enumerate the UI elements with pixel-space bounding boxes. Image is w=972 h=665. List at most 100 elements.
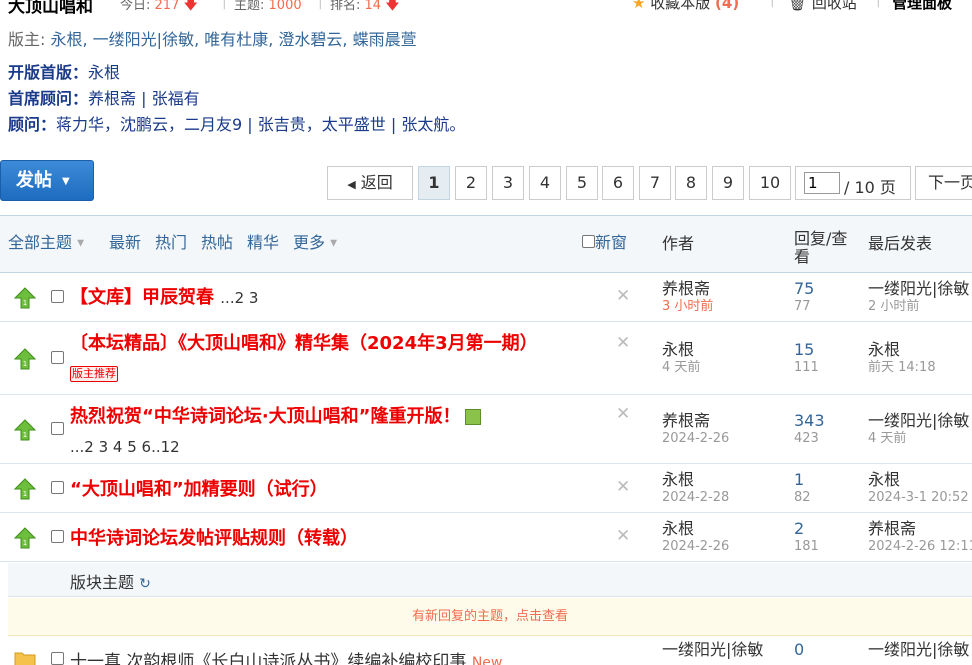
thread-author[interactable]: 一缕阳光|徐敏 (662, 641, 763, 659)
recycle-bin-link[interactable]: 🗑 回收站 (788, 0, 857, 13)
page-link-8[interactable]: 8 (675, 166, 707, 200)
table-row[interactable]: 十一真 次韵根师《长白山诗派丛书》续编补编校印事 New 一缕阳光|徐敏 0 一… (0, 637, 972, 665)
thread-checkbox[interactable] (51, 422, 64, 435)
table-row[interactable]: 1 “大顶山唱和”加精要则（试行） ✕ 永根 2024-2-28 1 82 永根 20… (0, 465, 972, 513)
table-row[interactable]: 1 热烈祝贺“中华诗词论坛·大顶山唱和”隆重开版！ ...2 3 4 5 6..1… (0, 396, 972, 464)
filter-hot-posts[interactable]: 热帖 (201, 229, 233, 253)
thread-checkbox[interactable] (51, 290, 64, 303)
last-post-user[interactable]: 一缕阳光|徐敏 (868, 411, 969, 430)
table-row[interactable]: 1 【文库】甲辰贺春 ...2 3 ✕ 养根斋 3 小时前 75 77 一缕阳光|徐… (0, 274, 972, 322)
svg-text:1: 1 (23, 299, 27, 307)
last-post-user[interactable]: 永根 (868, 470, 900, 489)
thread-checkbox[interactable] (51, 530, 64, 543)
page-link-7[interactable]: 7 (639, 166, 671, 200)
thread-title[interactable]: 十一真 次韵根师《长白山诗派丛书》续编补编校印事 New (70, 647, 560, 665)
reply-count[interactable]: 2 (794, 519, 804, 538)
new-replies-notice[interactable]: 有新回复的主题，点击查看 (8, 598, 972, 636)
topics-value: 1000 (268, 0, 302, 13)
table-row[interactable]: 1 〔本坛精品〕《大顶山唱和》精华集（2024年3月第一期） 版主推荐 ✕ 永根… (0, 323, 972, 395)
reply-count[interactable]: 343 (794, 411, 825, 430)
new-window-toggle[interactable]: 新窗 (582, 229, 627, 253)
thread-last-post[interactable]: 永根 前天 14:18 (868, 341, 936, 377)
author-time: 3 小时前 (662, 299, 714, 314)
author-name[interactable]: 养根斋 (662, 411, 710, 430)
author-time: 2024-2-26 (662, 539, 730, 554)
page-link-4[interactable]: 4 (529, 166, 561, 200)
page-link-1[interactable]: 1 (418, 166, 450, 200)
refresh-icon[interactable]: ↻ (139, 576, 151, 592)
reply-count[interactable]: 1 (794, 470, 804, 489)
thread-last-post[interactable]: 一缕阳光|徐敏 4 天前 (868, 412, 969, 448)
moderator-links[interactable]: 永根, 一缕阳光|徐敏, 唯有杜康, 澄水碧云, 蝶雨晨萱 (51, 30, 417, 49)
author-name[interactable]: 永根 (662, 340, 694, 359)
close-icon[interactable]: ✕ (616, 477, 630, 497)
thread-title-text[interactable]: 十一真 次韵根师《长白山诗派丛书》续编补编校印事 (70, 652, 466, 665)
thread-last-post[interactable]: 一缕阳光|徐敏 2 小时前 (868, 280, 969, 316)
thread-checkbox[interactable] (51, 351, 64, 364)
thread-title-text[interactable]: 【文库】甲辰贺春 (70, 287, 214, 308)
thread-pages[interactable]: ...2 3 (220, 289, 258, 307)
new-window-checkbox[interactable] (582, 235, 595, 248)
close-icon[interactable]: ✕ (616, 333, 630, 353)
thread-title[interactable]: 中华诗词论坛发帖评贴规则（转载） (70, 524, 560, 554)
filter-all-threads[interactable]: 全部主题 ▼ (8, 229, 84, 253)
today-value: 217 (154, 0, 180, 13)
thread-author[interactable]: 养根斋 3 小时前 (662, 280, 713, 316)
close-icon[interactable]: ✕ (616, 404, 630, 424)
thread-title[interactable]: 〔本坛精品〕《大顶山唱和》精华集（2024年3月第一期） 版主推荐 (70, 329, 560, 389)
filter-hot[interactable]: 热门 (155, 229, 187, 253)
reply-count[interactable]: 0 (794, 640, 804, 659)
thread-author[interactable]: 永根 4 天前 (662, 341, 700, 377)
author-name[interactable]: 养根斋 (662, 279, 710, 298)
thread-checkbox[interactable] (51, 652, 64, 665)
reply-count[interactable]: 75 (794, 279, 814, 298)
new-post-button[interactable]: 发帖 ▼ (0, 160, 94, 201)
author-name[interactable]: 永根 (662, 519, 694, 538)
last-post-user[interactable]: 一缕阳光|徐敏 (868, 279, 969, 298)
reply-count[interactable]: 15 (794, 340, 814, 359)
close-icon[interactable]: ✕ (616, 286, 630, 306)
author-name[interactable]: 一缕阳光|徐敏 (662, 640, 763, 659)
thread-title[interactable]: 【文库】甲辰贺春 ...2 3 (70, 283, 560, 313)
pinned-thread-icon: 1 (14, 419, 36, 441)
thread-last-post[interactable]: 永根 2024-3-1 20:52 (868, 471, 969, 507)
thread-last-post[interactable]: 一缕阳光|徐敏 (868, 641, 969, 659)
thread-title[interactable]: 热烈祝贺“中华诗词论坛·大顶山唱和”隆重开版！ ...2 3 4 5 6..12 (70, 402, 560, 462)
advisors-link[interactable]: 蒋力华，沈鹏云，二月友9 | 张吉贵，太平盛世 | 张太航。 (56, 115, 465, 134)
last-post-user[interactable]: 永根 (868, 340, 900, 359)
thread-checkbox[interactable] (51, 481, 64, 494)
page-link-2[interactable]: 2 (455, 166, 487, 200)
folder-icon (14, 652, 36, 665)
page-jump-input[interactable] (804, 172, 840, 194)
admin-panel-link[interactable]: 管理面板 (892, 0, 952, 13)
close-icon[interactable]: ✕ (616, 526, 630, 546)
thread-pages[interactable]: ...2 3 4 5 6..12 (70, 438, 180, 456)
last-post-user[interactable]: 养根斋 (868, 519, 916, 538)
page-link-3[interactable]: 3 (492, 166, 524, 200)
page-link-10[interactable]: 10 (749, 166, 791, 200)
page-link-9[interactable]: 9 (712, 166, 744, 200)
thread-author[interactable]: 养根斋 2024-2-26 (662, 412, 729, 448)
filter-latest[interactable]: 最新 (109, 229, 141, 253)
page-link-5[interactable]: 5 (566, 166, 598, 200)
filter-digest[interactable]: 精华 (247, 229, 279, 253)
thread-title[interactable]: “大顶山唱和”加精要则（试行） (70, 475, 560, 505)
thread-author[interactable]: 永根 2024-2-26 (662, 520, 729, 556)
chief-advisor-link[interactable]: 养根斋 | 张福有 (88, 89, 200, 108)
back-button[interactable]: ◀ 返回 (327, 166, 413, 200)
favorite-forum-link[interactable]: ★ 收藏本版 (4) (632, 0, 739, 13)
page-link-6[interactable]: 6 (602, 166, 634, 200)
last-post-user[interactable]: 一缕阳光|徐敏 (868, 640, 969, 659)
founder-link[interactable]: 永根 (88, 63, 120, 82)
thread-title-text[interactable]: “大顶山唱和”加精要则（试行） (70, 479, 328, 500)
thread-author[interactable]: 永根 2024-2-28 (662, 471, 729, 507)
thread-last-post[interactable]: 养根斋 2024-2-26 12:11 (868, 520, 972, 556)
thread-title-text[interactable]: 中华诗词论坛发帖评贴规则（转载） (70, 528, 358, 549)
author-name[interactable]: 永根 (662, 470, 694, 489)
info-chief-advisor: 首席顾问：养根斋 | 张福有 (8, 85, 200, 109)
table-row[interactable]: 1 中华诗词论坛发帖评贴规则（转载） ✕ 永根 2024-2-26 2 181 养根… (0, 514, 972, 562)
thread-title-text[interactable]: 热烈祝贺“中华诗词论坛·大顶山唱和”隆重开版！ (70, 406, 461, 427)
filter-more[interactable]: 更多 ▼ (293, 229, 337, 253)
thread-title-text[interactable]: 〔本坛精品〕《大顶山唱和》精华集（2024年3月第一期） (70, 333, 538, 354)
next-page-button[interactable]: 下一页 (915, 166, 972, 200)
